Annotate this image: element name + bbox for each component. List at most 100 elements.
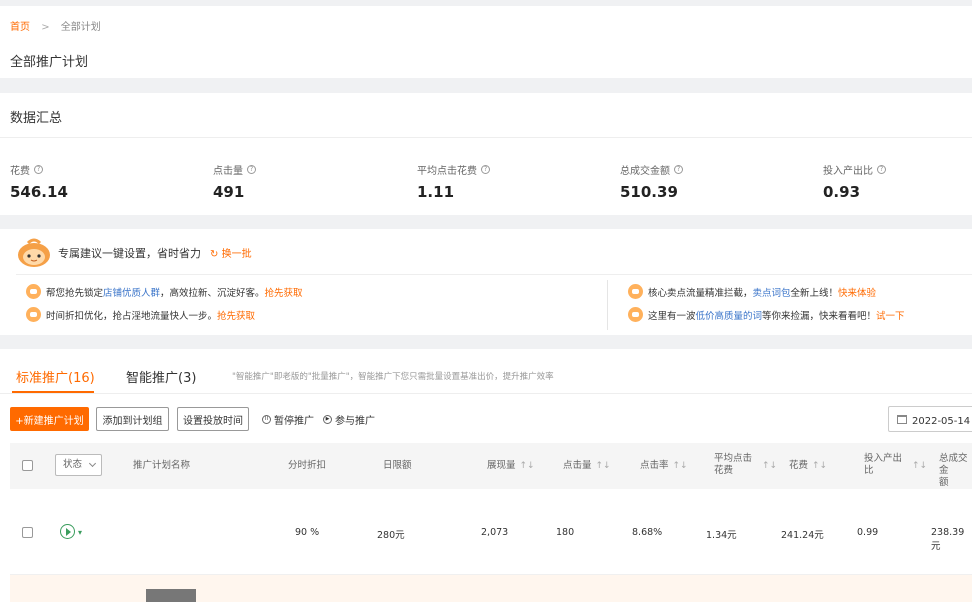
sort-icon[interactable]: ↑↓ xyxy=(908,460,927,472)
metric-roi: 投入产出比? 0.93 xyxy=(823,162,886,201)
breadcrumb-current: 全部计划 xyxy=(60,22,101,33)
help-icon[interactable]: ? xyxy=(481,165,490,174)
metric-label: 点击量 xyxy=(213,166,243,177)
add-to-group-button[interactable]: 添加到计划组 xyxy=(96,407,169,431)
cell-budget[interactable]: 280元 xyxy=(377,527,405,541)
chat-bubble-icon xyxy=(26,307,41,322)
metric-value: 1.11 xyxy=(417,183,455,201)
cell-cost: 241.24元 xyxy=(781,530,824,541)
tip-link[interactable]: 店铺优质人群 xyxy=(103,285,160,299)
tip-link[interactable]: 卖点词包 xyxy=(753,285,791,299)
metric-gmv: 总成交金额? 510.39 xyxy=(620,162,683,201)
metric-cpc: 平均点击花费? 1.11 xyxy=(417,162,490,201)
metric-clicks: 点击量? 491 xyxy=(213,162,256,201)
tab-standard[interactable]: 标准推广(16) xyxy=(16,367,95,386)
chat-bubble-icon xyxy=(628,284,643,299)
status-filter-select[interactable]: 状态 xyxy=(55,454,102,476)
tip-item: 这里有一波 低价高质量的词 等你来捡漏，快来看看吧！ 试一下 xyxy=(628,307,905,322)
metric-value: 546.14 xyxy=(10,183,68,201)
refresh-label: 换一批 xyxy=(221,249,252,260)
help-icon[interactable]: ? xyxy=(877,165,886,174)
help-icon[interactable]: ? xyxy=(674,165,683,174)
header-label: 额 xyxy=(939,477,949,488)
date-range-text: 2022-05-14 至 xyxy=(912,415,972,427)
pause-button[interactable]: II 暂停推广 xyxy=(262,412,314,427)
refresh-icon: ↻ xyxy=(210,249,219,260)
tip-text: 时间折扣优化，抢占淫地流量快人一步。 xyxy=(46,310,218,322)
header-roi[interactable]: 投入产出 比 xyxy=(864,453,902,477)
summary-title: 数据汇总 xyxy=(10,111,63,126)
cell-impressions: 2,073 xyxy=(481,527,509,538)
metric-value: 0.93 xyxy=(823,183,861,201)
tip-action[interactable]: 快来体验 xyxy=(838,285,876,299)
metric-value: 510.39 xyxy=(620,183,678,201)
status-dropdown-icon[interactable]: ▾ xyxy=(78,528,82,537)
new-plan-button[interactable]: +新建推广计划 xyxy=(10,407,89,431)
table-row[interactable] xyxy=(10,575,972,602)
metric-label: 总成交金额 xyxy=(620,166,670,177)
metric-label: 花费 xyxy=(10,166,30,177)
pause-icon: II xyxy=(262,415,271,424)
row-checkbox[interactable] xyxy=(22,527,33,538)
header-plan-name: 推广计划名称 xyxy=(133,460,191,471)
table-row[interactable]: ▾ 90 % 280元 2,073 180 8.68% 1.34元 241.24… xyxy=(10,489,972,575)
set-time-button[interactable]: 设置投放时间 xyxy=(177,407,249,431)
suggestion-title: 专属建议一键设置，省时省力 xyxy=(58,247,201,260)
header-label: 平均点击 xyxy=(714,453,753,464)
tip-action[interactable]: 抢先获取 xyxy=(217,308,255,322)
suggestion-vertical-divider xyxy=(607,280,608,330)
header-label: 点击率 xyxy=(640,460,669,471)
join-label: 参与推广 xyxy=(335,416,375,427)
join-button[interactable]: ▶ 参与推广 xyxy=(323,412,375,427)
sort-icon[interactable]: ↑↓ xyxy=(673,461,688,471)
header-impressions[interactable]: 展现量 ↑↓ xyxy=(487,460,535,472)
sort-icon[interactable]: ↑↓ xyxy=(758,460,777,472)
header-clicks[interactable]: 点击量 ↑↓ xyxy=(563,460,611,472)
play-icon: ▶ xyxy=(323,415,332,424)
cell-discount[interactable]: 90 % xyxy=(295,527,319,538)
metric-value: 491 xyxy=(213,183,245,201)
calendar-icon xyxy=(897,414,907,424)
header-ctr[interactable]: 点击率 ↑↓ xyxy=(640,460,688,472)
header-label: 比 xyxy=(864,465,874,476)
sort-icon[interactable]: ↑↓ xyxy=(812,461,827,471)
sort-icon[interactable]: ↑↓ xyxy=(520,461,535,471)
tip-text: 这里有一波 xyxy=(648,310,696,322)
page-title: 全部推广计划 xyxy=(10,55,89,70)
header-label: 点击量 xyxy=(563,460,592,471)
breadcrumb-separator-icon: > xyxy=(41,22,50,33)
help-icon[interactable]: ? xyxy=(34,165,43,174)
date-range-picker[interactable]: 2022-05-14 至 xyxy=(888,406,972,432)
header-budget: 日限额 xyxy=(383,460,412,471)
cell-cpc: 1.34元 xyxy=(706,530,737,541)
tip-action[interactable]: 抢先获取 xyxy=(265,285,303,299)
pause-label: 暂停推广 xyxy=(274,416,314,427)
header-cpc[interactable]: 平均点击 花费 xyxy=(714,453,752,477)
header-cost[interactable]: 花费 ↑↓ xyxy=(789,460,827,472)
tip-text: ，高效拉新、沉淀好客。 xyxy=(160,287,265,299)
select-all-checkbox[interactable] xyxy=(22,460,33,471)
status-play-icon[interactable] xyxy=(60,524,75,539)
tip-item: 时间折扣优化，抢占淫地流量快人一步。 抢先获取 xyxy=(26,307,255,322)
summary-divider xyxy=(0,137,972,138)
sort-icon[interactable]: ↑↓ xyxy=(596,461,611,471)
plan-list-panel: 标准推广(16) 智能推广(3) "智能推广"即老版的"批量推广"，智能推广下您… xyxy=(0,349,972,602)
tab-smart[interactable]: 智能推广(3) xyxy=(126,367,196,386)
summary-panel: 数据汇总 花费? 546.14 点击量? 491 平均点击花费? 1.11 总成… xyxy=(0,93,972,215)
tip-link[interactable]: 低价高质量的词 xyxy=(696,308,763,322)
header-panel: 首页 > 全部计划 全部推广计划 xyxy=(0,6,972,78)
tip-text: 核心卖点流量精准拦截， xyxy=(648,287,753,299)
header-label: 展现量 xyxy=(487,460,516,471)
tabs-divider xyxy=(0,393,972,394)
header-gmv[interactable]: 总成交金 额 xyxy=(939,453,972,489)
breadcrumb-home[interactable]: 首页 xyxy=(10,22,30,33)
tip-text: 等你来捡漏，快来看看吧！ xyxy=(762,310,877,322)
help-icon[interactable]: ? xyxy=(247,165,256,174)
metric-label: 平均点击花费 xyxy=(417,166,477,177)
metric-label: 投入产出比 xyxy=(823,166,873,177)
mascot-icon xyxy=(18,238,50,267)
cell-ctr: 8.68% xyxy=(632,527,663,538)
tip-action[interactable]: 试一下 xyxy=(876,308,905,322)
refresh-button[interactable]: ↻ 换一批 xyxy=(210,245,252,260)
cell-roi: 0.99 xyxy=(857,527,879,538)
